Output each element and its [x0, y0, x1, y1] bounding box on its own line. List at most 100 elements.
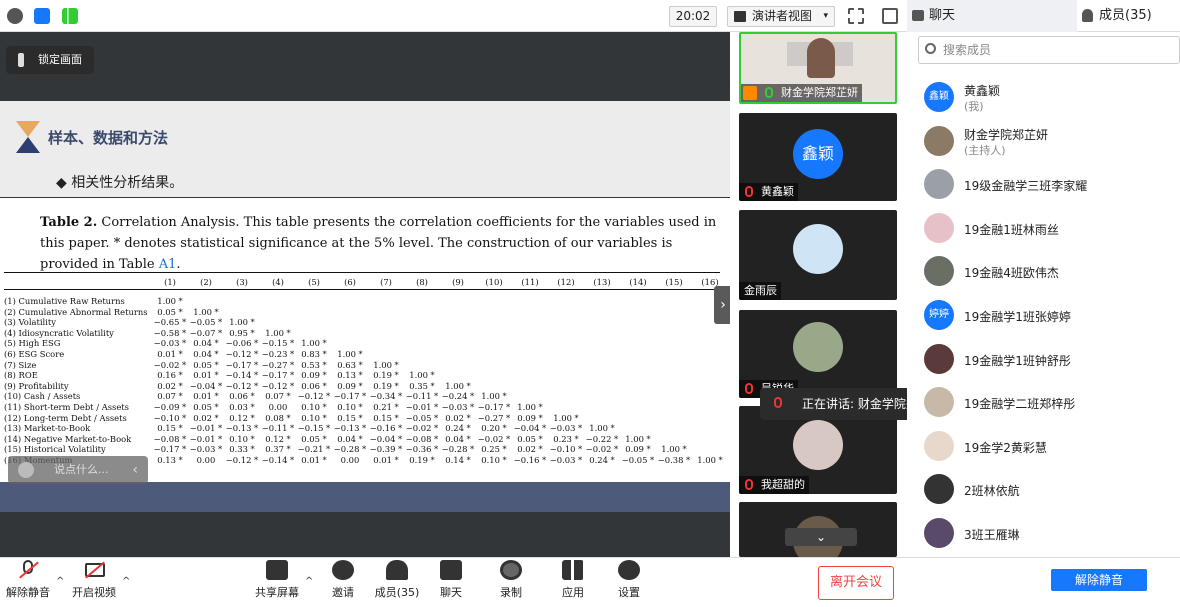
unmute-button[interactable]: 解除静音 [4, 560, 52, 600]
table-cell: 1.00 * [409, 370, 435, 381]
table-cell: −0.13 * [225, 423, 259, 434]
table-cell: 0.95 * [229, 327, 255, 338]
table-cell: −0.02 * [153, 359, 187, 370]
settings-button[interactable]: 设置 [611, 560, 647, 600]
table-cell: 1.00 * [157, 296, 183, 306]
member-name: 19金学2黄彩慧 [964, 440, 1047, 455]
video-name: 我超甜的 [761, 478, 805, 491]
table-cell: 0.15 * [337, 412, 363, 423]
member-item[interactable]: 19金学2黄彩慧 [924, 427, 1174, 467]
unmute-all-button[interactable]: 解除静音 [1051, 569, 1147, 591]
settings-label: 设置 [618, 586, 640, 599]
member-item[interactable]: 鑫颖 黄鑫颖 (我) [924, 78, 1174, 118]
table-cell: −0.23 * [261, 349, 295, 359]
table-cell: 0.05 * [301, 433, 327, 444]
table-cell: 0.19 * [373, 370, 399, 381]
share-screen-icon [266, 560, 288, 580]
member-item[interactable]: 2班林依航 [924, 470, 1174, 510]
apps-button[interactable]: 应用 [555, 560, 591, 600]
table-rule-top [4, 272, 720, 273]
table-cell: 0.00 [196, 455, 216, 465]
table-cell: 1.00 * [265, 327, 291, 338]
leave-meeting-button[interactable]: 离开会议 [818, 566, 894, 600]
table-cell: −0.03 * [153, 338, 187, 349]
speaker-view-dropdown[interactable]: 演讲者视图 ▾ [727, 6, 835, 27]
table-header-cell: (6) [344, 277, 356, 287]
member-item[interactable]: 19金融4班欧伟杰 [924, 252, 1174, 292]
signal-icon[interactable] [62, 8, 78, 24]
table-cell: 0.00 [340, 455, 360, 465]
record-icon [500, 560, 522, 580]
chat-input-overlay[interactable]: 说点什么... ‹ [8, 456, 148, 484]
tab-chat[interactable]: 聊天 [907, 0, 1077, 32]
scroll-down-button[interactable]: ⌄ [785, 528, 857, 546]
table-cell: 0.15 * [373, 412, 399, 423]
shield-icon[interactable] [34, 8, 50, 24]
table-cell: 0.21 * [373, 402, 399, 412]
table-row: (3) Volatility −0.65 * −0.05 * 1.00 * [4, 317, 255, 328]
table-header-cell: (7) [380, 277, 392, 287]
row-label: (6) ESG Score [4, 349, 65, 359]
member-name: 19金融学1班张婷婷 [964, 310, 1071, 324]
sidebar-toggle-icon[interactable] [882, 8, 898, 24]
member-item[interactable]: 财金学院郑芷妍 (主持人) [924, 122, 1174, 162]
table-row: (15) Historical Volatility −0.17 * −0.03 *… [4, 444, 687, 455]
table-cell: −0.14 * [225, 370, 259, 381]
emoji-icon[interactable] [18, 462, 34, 478]
tab-members[interactable]: 成员(35) [1077, 0, 1180, 32]
table-cell: −0.21 * [297, 444, 331, 455]
member-item[interactable]: 19金融1班林雨丝 [924, 209, 1174, 249]
member-role: (我) [964, 100, 984, 113]
table-cell: −0.03 * [549, 455, 583, 465]
chevron-up-icon[interactable]: ^ [305, 576, 313, 587]
correlation-table: (1) (2) (3) (4) (5) (6) (7) (8) (9) (10) (11) (12) (… [4, 272, 723, 472]
table-cell: 0.10 * [229, 433, 255, 444]
lock-screen-button[interactable]: 锁定画面 [6, 46, 94, 74]
avatar: 鑫颖 [924, 82, 954, 112]
table-cell: −0.17 * [153, 444, 187, 455]
table-cell: −0.10 * [549, 444, 583, 455]
avatar [924, 256, 954, 287]
chevron-up-icon[interactable]: ^ [56, 576, 64, 587]
table-cell: 0.05 * [193, 359, 219, 370]
invite-button[interactable]: 邀请 [325, 560, 361, 600]
caption-link[interactable]: A1 [159, 257, 177, 272]
members-button[interactable]: 成员(35) [374, 560, 420, 600]
video-label: 开启视频 [72, 586, 116, 599]
record-button[interactable]: 录制 [493, 560, 529, 600]
table-cell: 0.35 * [409, 380, 435, 391]
table-cell: 0.37 * [265, 444, 291, 455]
video-tile[interactable]: 吴锐华 [739, 310, 897, 398]
avatar [924, 169, 954, 200]
member-item[interactable]: 3班王雁琳 [924, 514, 1174, 554]
start-video-button[interactable]: 开启视频 [70, 560, 118, 600]
chevron-up-icon[interactable]: ^ [122, 576, 130, 587]
member-item[interactable]: 19金融学1班钟舒彤 [924, 340, 1174, 380]
table-cell: 0.13 * [157, 455, 183, 465]
table-cell: −0.03 * [549, 423, 583, 434]
chat-button[interactable]: 聊天 [433, 560, 469, 600]
table-cell: 1.00 * [445, 380, 471, 391]
avatar: 鑫颖 [793, 129, 843, 179]
avatar [793, 224, 843, 274]
video-off-icon [83, 560, 105, 580]
collapse-arrow-icon[interactable]: ‹ [132, 456, 138, 484]
member-item[interactable]: 婷婷 19金融学1班张婷婷 [924, 296, 1174, 336]
table-cell: −0.10 * [153, 412, 187, 423]
share-screen-button[interactable]: 共享屏幕 [253, 560, 301, 600]
table-row: (11) Short-term Debt / Assets −0.09 * 0.05… [4, 402, 543, 413]
member-item[interactable]: 19金融学二班郑梓彤 [924, 383, 1174, 423]
member-search-input[interactable]: 搜索成员 [918, 36, 1180, 64]
video-tile[interactable]: 鑫颖 黄鑫颖 [739, 113, 897, 201]
table-cell: 0.02 * [193, 412, 219, 423]
video-tile-speaker[interactable]: 财金学院郑芷妍 [739, 32, 897, 104]
video-tile[interactable]: 金雨辰 [739, 210, 897, 300]
caption-end: . [176, 257, 181, 272]
table-cell: −0.28 * [333, 444, 367, 455]
video-name-bar: 金雨辰 [739, 282, 781, 300]
info-icon[interactable] [7, 8, 23, 24]
avatar [924, 474, 954, 505]
table-header-cell: (11) [521, 277, 539, 287]
fullscreen-icon[interactable] [848, 8, 864, 24]
member-item[interactable]: 19级金融学三班李家耀 [924, 165, 1174, 205]
